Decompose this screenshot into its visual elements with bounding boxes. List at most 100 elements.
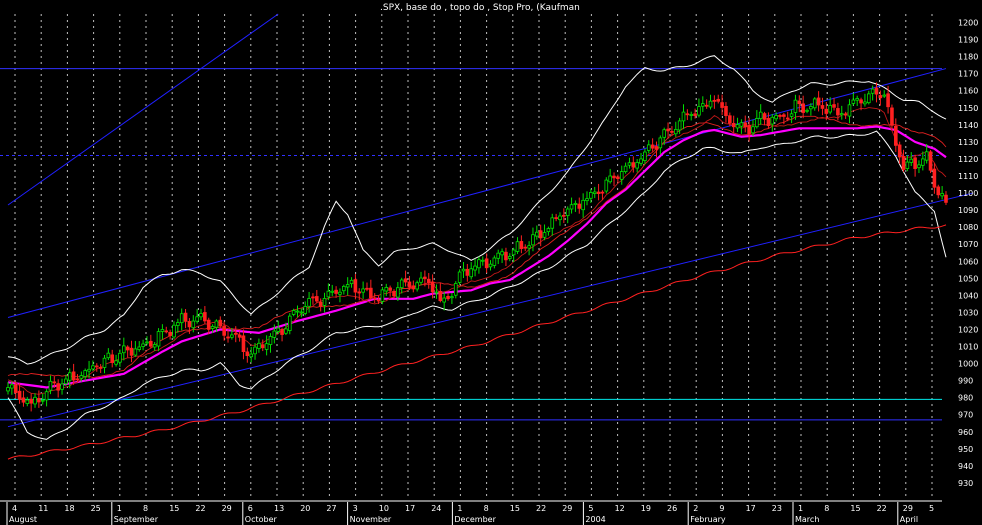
x-tick-label: 1 [117,504,122,513]
y-tick-label: 1090 [958,206,978,215]
candle-body [430,281,435,293]
candle-body [731,122,736,128]
x-tick-label: 18 [64,504,74,513]
candle-body [932,168,937,188]
candle-body [728,115,732,124]
candle-body [191,320,196,329]
candle-body [260,344,265,349]
y-tick-label: 1120 [958,155,978,164]
y-tick-label: 1140 [958,121,978,130]
candle-body [785,117,790,120]
x-tick-label: 15 [510,504,520,513]
candle-body [909,158,914,163]
candle-body [828,105,832,113]
candle-body [589,192,593,199]
candle-body [13,384,18,393]
x-tick-label: 13 [274,504,284,513]
candle [380,287,385,305]
candle-body [91,365,95,370]
candle-body [562,214,566,217]
candle-body [295,310,300,313]
candle-body [226,336,230,339]
candle-body [894,125,898,146]
candle-body [484,258,489,269]
candle-body [569,204,574,210]
candle-body [253,346,257,355]
candle-body [438,290,443,302]
x-tick-label: 23 [772,504,782,513]
candle-body [724,105,728,117]
candle-body [338,291,342,295]
candle-body [735,124,740,129]
candle-body [836,108,840,116]
candle-body [222,325,226,336]
candle-body [558,215,562,221]
month-label: March [795,515,819,524]
month-label: 2004 [585,515,605,524]
candle-body [291,310,296,315]
candle-body [195,316,199,322]
candle-body [380,289,385,302]
candle-body [67,372,72,381]
candle-body [210,326,215,329]
y-tick-label: 960 [958,428,973,437]
candle-body [353,279,358,293]
candle-body [114,360,118,365]
candle-body [751,126,755,134]
candle-body [129,347,134,356]
candle-body [496,252,501,259]
candle-body [29,398,33,404]
candle-body [581,199,585,211]
candle-body [535,231,539,237]
candle-body [376,299,381,302]
x-tick-label: 6 [248,504,253,513]
candle-body [886,93,890,108]
y-tick-label: 1070 [958,240,978,249]
month-label: February [690,515,726,524]
candle-body [318,301,323,307]
x-tick-label: 29 [562,504,572,513]
candle-body [187,321,192,328]
candle-body [145,341,149,344]
candle-body [843,113,848,116]
candle-body [531,234,535,246]
candle-body [21,397,26,403]
candle-body [550,217,555,229]
candle-body [357,291,362,294]
candle-body [396,287,400,298]
candle-body [56,383,60,391]
candle-body [164,330,169,333]
y-tick-label: 1110 [958,172,978,181]
candle-body [824,108,829,114]
candle-body [6,387,10,392]
candle-body [747,124,751,135]
candle-body [654,146,659,150]
candle-body [419,277,423,283]
candle-body [689,113,694,116]
y-tick-label: 1080 [958,223,978,232]
candle-body [453,283,458,296]
candle-body [770,116,775,125]
candle-body [619,171,624,180]
candle-body [264,343,269,350]
candle-body [450,296,454,299]
candle-body [716,98,721,102]
candle-body [307,298,311,307]
candle-body [596,191,601,195]
candle-body [577,203,582,209]
candle-body [940,193,944,197]
x-tick-label: 2 [693,504,698,513]
candle-body [507,255,512,259]
candle-body [110,354,115,363]
candle-body [303,306,308,314]
candle-body [79,375,84,379]
chart: 9309409509609709809901000101010201030104… [0,0,982,525]
chart-title: .SPX, base do , topo do , Stop Pro, (Kau… [380,3,580,13]
candle-body [241,335,246,353]
candle-body [423,276,427,280]
candle-body [905,161,910,169]
candle-body [743,122,748,128]
y-tick-label: 1160 [958,87,978,96]
y-tick-label: 1200 [958,19,978,28]
candle-body [149,340,153,347]
